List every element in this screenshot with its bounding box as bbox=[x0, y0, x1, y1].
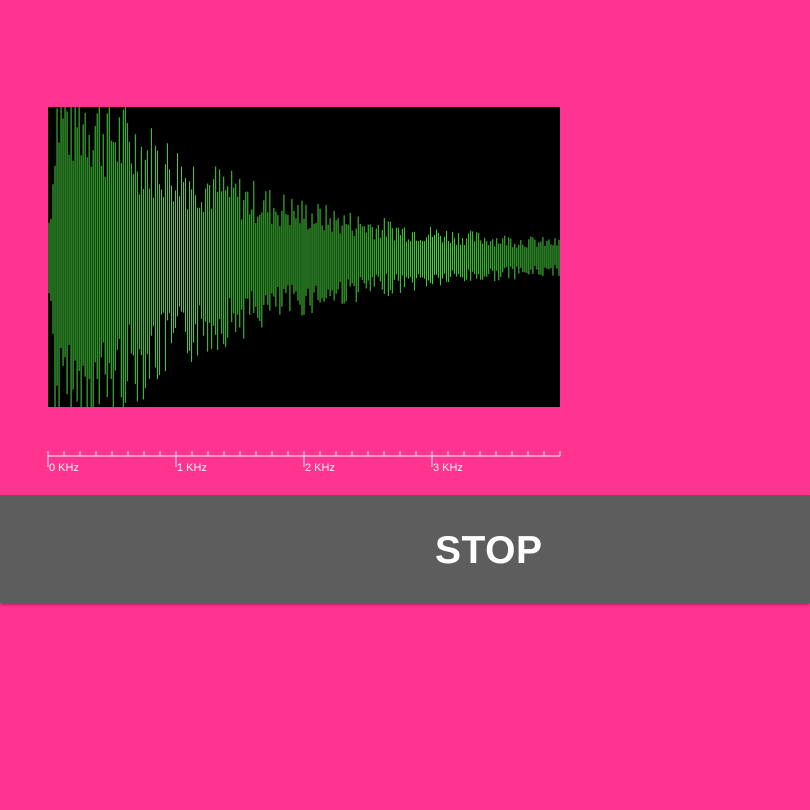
axis-tick-label: 3 KHz bbox=[433, 462, 463, 474]
spectrum-display bbox=[48, 107, 560, 407]
spectrum-waveform bbox=[48, 107, 560, 407]
frequency-axis: 0 KHz 1 KHz 2 KHz 3 KHz bbox=[47, 446, 563, 486]
stop-button[interactable] bbox=[0, 495, 810, 603]
frequency-axis-ruler: 0 KHz 1 KHz 2 KHz 3 KHz bbox=[47, 451, 561, 474]
axis-tick-label: 1 KHz bbox=[177, 462, 207, 474]
axis-tick-label: 0 KHz bbox=[49, 462, 79, 474]
axis-tick-label: 2 KHz bbox=[305, 462, 335, 474]
